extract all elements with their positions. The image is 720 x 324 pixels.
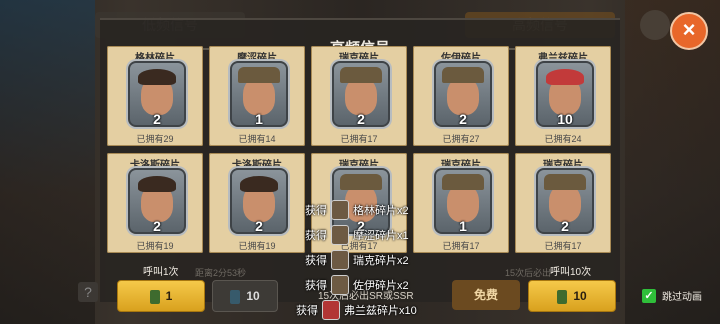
hero-portrait: 2 — [230, 168, 288, 234]
reward-line: 获得 格林碎片x2 — [305, 200, 409, 220]
reward-line: 获得 摩涩碎片x1 — [305, 225, 409, 245]
hero-hair — [442, 67, 484, 83]
call-ten-cost: 10 — [573, 289, 587, 303]
call-once-button[interactable]: 1 — [117, 280, 205, 312]
call-ten-label: 呼叫10次 — [550, 267, 592, 278]
fragment-card[interactable]: 佐伊碎片 2 已拥有27 — [413, 46, 509, 146]
hero-hair — [442, 174, 484, 190]
hero-portrait: 1 — [230, 61, 288, 127]
fragment-card[interactable]: 瑞克碎片 2 已拥有17 — [311, 46, 407, 146]
reward-prefix: 获得 — [305, 205, 327, 217]
fragment-count: 2 — [255, 218, 263, 234]
fragment-card[interactable]: 卡洛斯碎片 2 已拥有19 — [107, 153, 203, 253]
owned-count: 已拥有17 — [340, 134, 378, 144]
reward-prefix: 获得 — [305, 230, 327, 242]
signal-card-icon — [557, 289, 568, 304]
pity-hint-right: 15次后必出 — [505, 268, 552, 278]
background-close-icon — [640, 10, 670, 40]
hero-hair — [544, 174, 586, 190]
fragment-card[interactable]: 格林碎片 2 已拥有29 — [107, 46, 203, 146]
fragment-card[interactable]: 弗兰兹碎片 10 已拥有24 — [515, 46, 611, 146]
background-left-art — [0, 0, 95, 324]
close-button[interactable]: × — [670, 12, 708, 50]
hero-hair — [138, 176, 176, 192]
skip-animation-toggle[interactable]: ✓ 跳过动画 — [642, 288, 702, 303]
fragment-count: 10 — [557, 111, 573, 127]
fragment-count: 1 — [255, 111, 263, 127]
reward-line: 获得 瑞克碎片x2 — [305, 250, 409, 270]
fragment-card[interactable]: 卡洛斯碎片 2 已拥有19 — [209, 153, 305, 253]
reward-prefix: 获得 — [305, 255, 327, 267]
fragment-count: 2 — [153, 218, 161, 234]
hero-portrait: 10 — [536, 61, 594, 127]
owned-count: 已拥有19 — [136, 241, 174, 251]
reward-text: 弗兰兹碎片x10 — [344, 305, 417, 317]
fragment-card[interactable]: 摩涩碎片 1 已拥有14 — [209, 46, 305, 146]
hero-hair — [240, 176, 278, 192]
skip-animation-label: 跳过动画 — [662, 292, 702, 303]
hero-portrait: 2 — [434, 61, 492, 127]
reward-prefix: 获得 — [296, 305, 318, 317]
reward-line: 获得 佐伊碎片x2 — [305, 275, 409, 295]
owned-count: 已拥有27 — [442, 134, 480, 144]
fragment-count: 2 — [459, 111, 467, 127]
fragment-count: 1 — [459, 218, 467, 234]
hero-hair — [238, 67, 280, 83]
fragment-count: 2 — [153, 111, 161, 127]
signal-card-icon — [230, 289, 241, 304]
hero-hair — [546, 69, 584, 85]
owned-count: 已拥有14 — [238, 134, 276, 144]
fragment-card[interactable]: 瑞克碎片 1 已拥有17 — [413, 153, 509, 253]
hero-hair — [340, 174, 382, 190]
hero-hair — [340, 67, 382, 83]
owned-count: 已拥有24 — [544, 134, 582, 144]
reward-text: 佐伊碎片x2 — [353, 280, 409, 292]
reward-text: 格林碎片x2 — [353, 205, 409, 217]
reward-hero-icon — [322, 300, 340, 320]
reward-line: 获得 弗兰兹碎片x10 — [296, 300, 417, 320]
reward-prefix: 获得 — [305, 280, 327, 292]
hero-portrait: 2 — [536, 168, 594, 234]
call-once-label: 呼叫1次 — [143, 267, 179, 278]
owned-count: 已拥有29 — [136, 134, 174, 144]
reward-hero-icon — [331, 200, 349, 220]
call-ten-dim-cost: 10 — [246, 289, 260, 303]
reward-text: 瑞克碎片x2 — [353, 255, 409, 267]
hero-portrait: 2 — [332, 61, 390, 127]
reward-text: 摩涩碎片x1 — [353, 230, 409, 242]
fragment-count: 2 — [561, 218, 569, 234]
call-ten-button[interactable]: 10 — [528, 280, 616, 312]
hero-portrait: 1 — [434, 168, 492, 234]
pity-timer-left: 距离2分53秒 — [195, 268, 247, 278]
fragment-card[interactable]: 瑞克碎片 2 已拥有17 — [515, 153, 611, 253]
help-icon[interactable]: ? — [78, 282, 98, 302]
reward-hero-icon — [331, 250, 349, 270]
hero-portrait: 2 — [128, 168, 186, 234]
reward-hero-icon — [331, 225, 349, 245]
hero-hair — [138, 69, 176, 85]
owned-count: 已拥有17 — [442, 241, 480, 251]
reward-hero-icon — [331, 275, 349, 295]
signal-card-icon — [149, 289, 160, 304]
call-ten-dim-button[interactable]: 10 — [212, 280, 278, 312]
hero-portrait: 2 — [128, 61, 186, 127]
free-call-button[interactable]: 免费 — [452, 280, 520, 310]
background-right-art — [625, 0, 720, 324]
checkbox-checked-icon[interactable]: ✓ — [642, 288, 656, 303]
fragment-count: 2 — [357, 111, 365, 127]
owned-count: 已拥有19 — [238, 241, 276, 251]
owned-count: 已拥有17 — [544, 241, 582, 251]
call-once-cost: 1 — [165, 289, 173, 303]
